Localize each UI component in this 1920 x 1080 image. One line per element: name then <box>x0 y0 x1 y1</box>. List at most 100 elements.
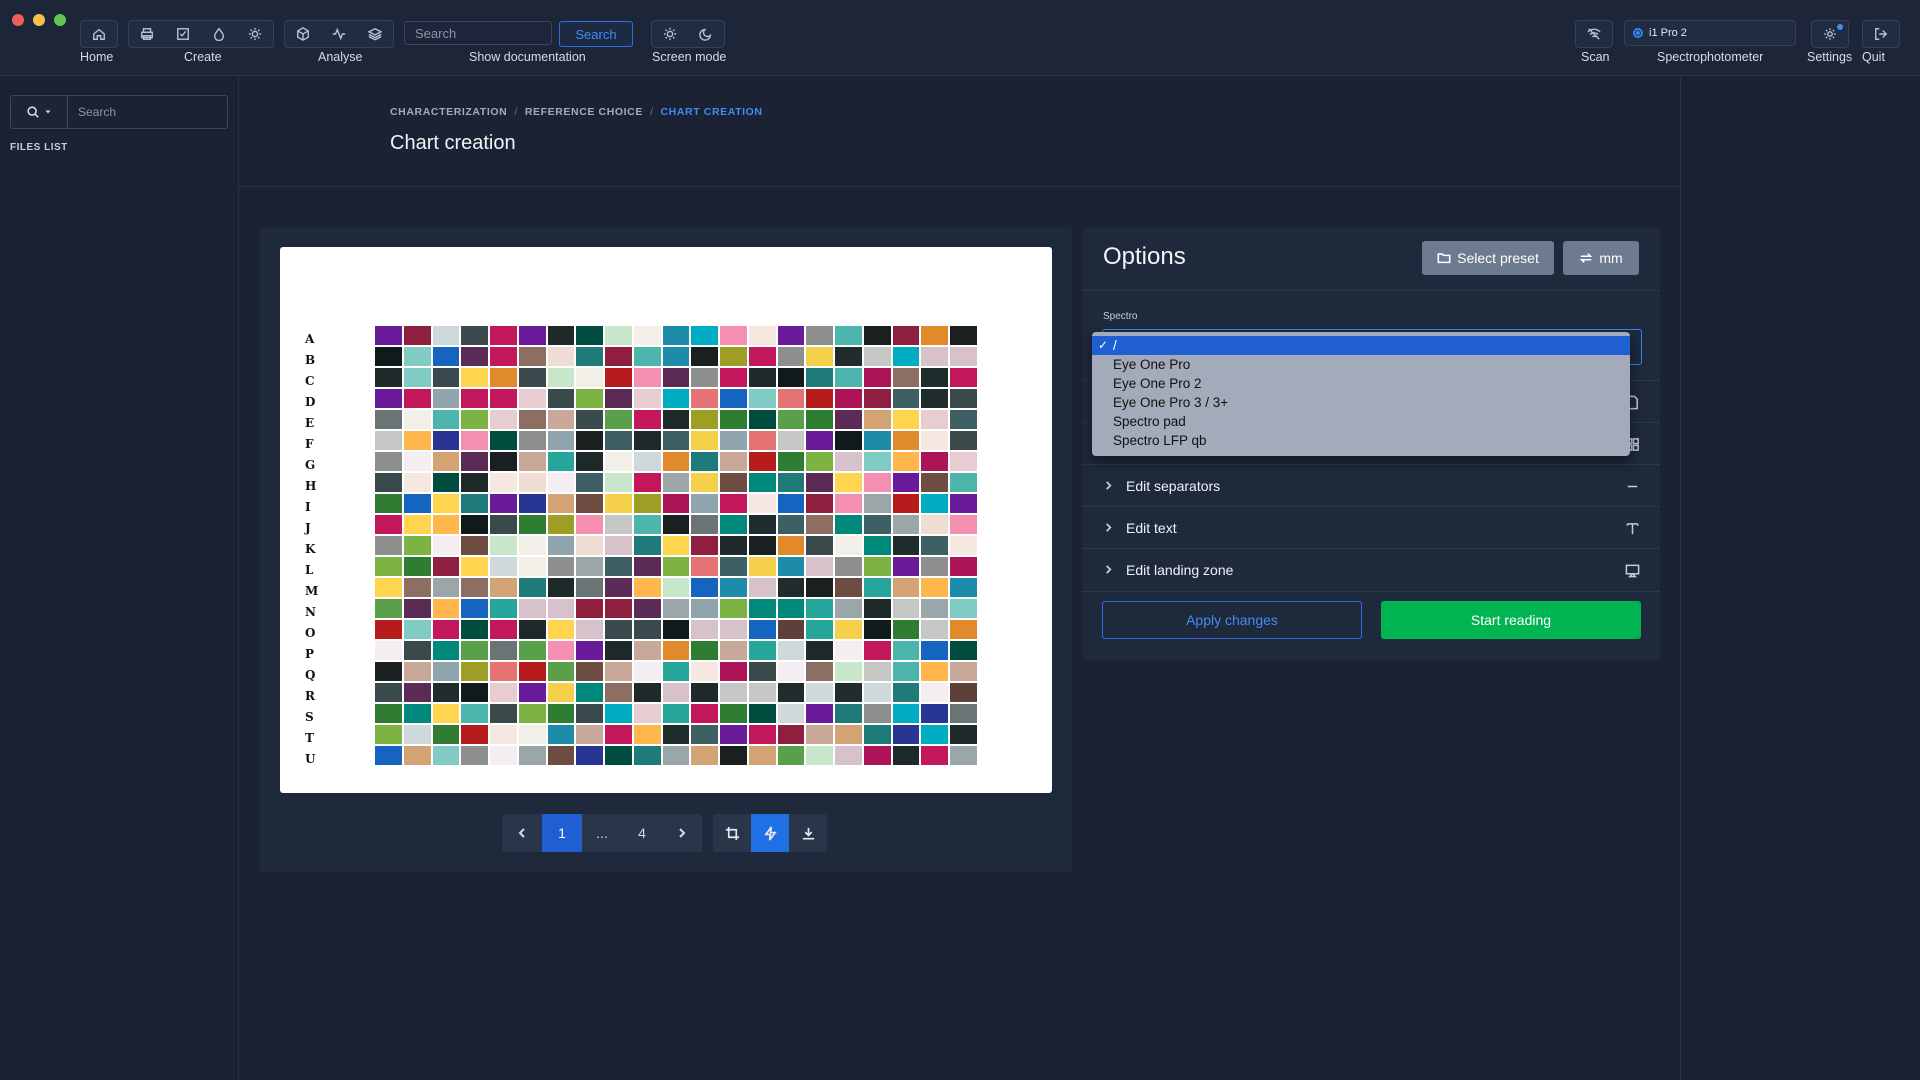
color-patch <box>720 662 747 681</box>
documentation-search-button[interactable]: Search <box>559 21 633 47</box>
color-patch <box>835 347 862 366</box>
color-patch <box>662 326 690 345</box>
color-patch <box>403 557 431 576</box>
chevron-right-icon <box>679 828 686 838</box>
color-patch <box>633 599 661 618</box>
gamut-button[interactable] <box>285 21 321 47</box>
color-patch <box>432 557 460 576</box>
files-search-input[interactable]: Search <box>68 96 227 128</box>
spectro-option-eye-one-pro[interactable]: Eye One Pro <box>1092 355 1630 374</box>
row-label: E <box>305 416 315 430</box>
color-patch <box>576 452 604 471</box>
color-patch <box>921 515 949 534</box>
color-patch <box>375 347 402 366</box>
color-patch <box>950 746 977 765</box>
color-patch <box>547 368 575 387</box>
color-patch <box>518 431 546 450</box>
top-toolbar: Home Create Analyse Search Search Show d… <box>0 0 1920 76</box>
print-button[interactable] <box>129 21 165 47</box>
color-patch <box>720 746 747 765</box>
home-button[interactable] <box>81 21 117 47</box>
spectro-option-eye-one-pro-2[interactable]: Eye One Pro 2 <box>1092 374 1630 393</box>
curve-button[interactable] <box>321 21 357 47</box>
color-patch <box>375 620 402 639</box>
settings-button[interactable] <box>1812 21 1848 47</box>
color-patch <box>835 536 862 555</box>
color-patch <box>605 389 632 408</box>
color-patch <box>461 326 489 345</box>
scan-button[interactable] <box>1576 21 1612 47</box>
select-preset-button[interactable]: Select preset <box>1422 241 1554 275</box>
quit-button[interactable] <box>1863 21 1899 47</box>
start-reading-button[interactable]: Start reading <box>1381 601 1641 639</box>
unit-toggle-button[interactable]: mm <box>1563 241 1639 275</box>
close-window-button[interactable] <box>12 14 24 26</box>
layers-button[interactable] <box>357 21 393 47</box>
edit-landing-zone-row[interactable]: Edit landing zone <box>1082 548 1660 592</box>
color-patch <box>518 368 546 387</box>
spectro-option-spectro-lfp-qb[interactable]: Spectro LFP qb <box>1092 431 1630 450</box>
color-patch <box>921 389 949 408</box>
color-patch <box>921 599 949 618</box>
breadcrumb-reference-choice[interactable]: REFERENCE CHOICE <box>525 106 643 118</box>
edit-text-label: Edit text <box>1126 520 1177 536</box>
color-patch <box>777 578 805 597</box>
color-patch <box>806 515 834 534</box>
color-patch <box>806 536 834 555</box>
color-patch <box>748 431 776 450</box>
page-last-button[interactable]: 4 <box>622 814 662 852</box>
row-label: B <box>305 353 316 367</box>
color-patch <box>518 452 546 471</box>
edit-separators-label: Edit separators <box>1126 478 1221 494</box>
ink-button[interactable] <box>201 21 237 47</box>
dark-mode-button[interactable] <box>688 21 724 47</box>
color-patch <box>863 494 891 513</box>
minus-icon <box>1627 485 1637 487</box>
page-1-button[interactable]: 1 <box>542 814 582 852</box>
row-label: A <box>305 332 315 346</box>
color-patch <box>863 557 891 576</box>
spectro-option-eye-one-pro-3[interactable]: Eye One Pro 3 / 3+ <box>1092 393 1630 412</box>
light-button[interactable] <box>237 21 273 47</box>
light-mode-button[interactable] <box>652 21 688 47</box>
color-patch <box>777 683 805 702</box>
color-patch <box>863 536 891 555</box>
crop-button[interactable] <box>713 814 751 852</box>
color-patch <box>662 494 690 513</box>
search-filter-dropdown[interactable] <box>11 96 68 128</box>
color-patch <box>576 578 604 597</box>
auto-layout-button[interactable] <box>751 814 789 852</box>
apply-changes-button[interactable]: Apply changes <box>1102 601 1362 639</box>
edit-text-row[interactable]: Edit text <box>1082 506 1660 549</box>
color-patch <box>461 368 489 387</box>
spectro-option-spectro-pad[interactable]: Spectro pad <box>1092 412 1630 431</box>
minimize-window-button[interactable] <box>33 14 45 26</box>
color-patch <box>461 746 489 765</box>
color-patch <box>863 515 891 534</box>
documentation-search-input[interactable]: Search <box>404 21 552 45</box>
download-button[interactable] <box>789 814 827 852</box>
color-patch <box>432 410 460 429</box>
maximize-window-button[interactable] <box>54 14 66 26</box>
color-patch <box>518 473 546 492</box>
breadcrumb-characterization[interactable]: CHARACTERIZATION <box>390 106 507 118</box>
previous-page-button[interactable] <box>502 814 542 852</box>
color-patch <box>720 557 747 576</box>
color-patch <box>375 389 402 408</box>
color-patch <box>633 452 661 471</box>
edit-separators-row[interactable]: Edit separators <box>1082 464 1660 507</box>
checklist-button[interactable] <box>165 21 201 47</box>
color-patch <box>892 347 920 366</box>
color-patch <box>633 620 661 639</box>
color-patch <box>950 725 977 744</box>
color-patch <box>490 704 517 723</box>
color-patch <box>576 326 604 345</box>
color-patch <box>403 389 431 408</box>
row-label: U <box>305 752 316 766</box>
spectrophotometer-selector[interactable]: i1 Pro 2 <box>1624 20 1796 46</box>
color-patch <box>461 599 489 618</box>
spectro-option-none[interactable]: ✓ / <box>1092 336 1630 355</box>
color-patch <box>662 578 690 597</box>
color-patch <box>806 662 834 681</box>
next-page-button[interactable] <box>662 814 702 852</box>
